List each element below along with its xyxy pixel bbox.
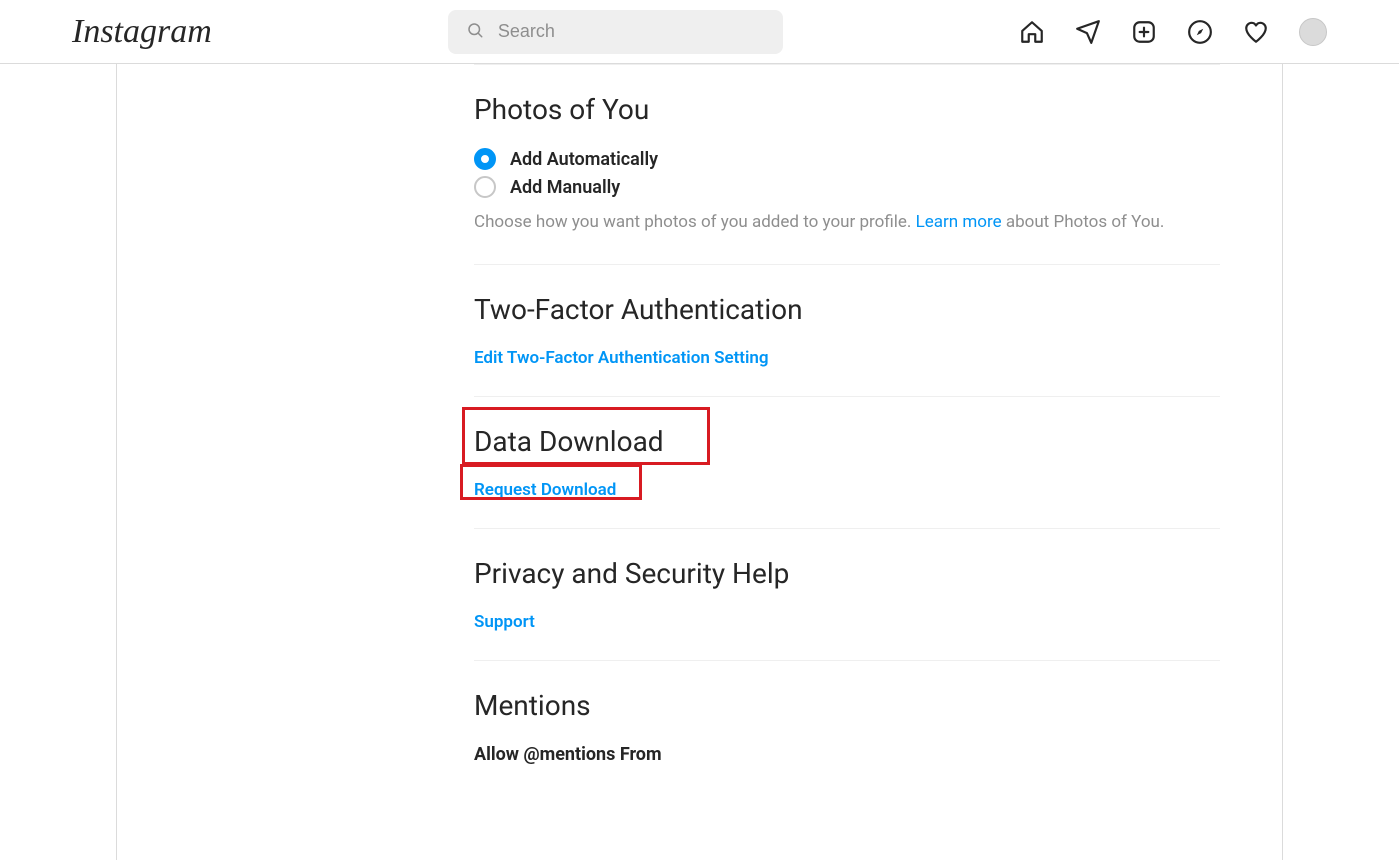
explore-icon[interactable] (1187, 19, 1213, 45)
nav-right (1019, 18, 1327, 46)
radio-selected-icon[interactable] (474, 148, 496, 170)
nav-left: Instagram (72, 13, 212, 51)
section-mentions: Mentions Allow @mentions From (474, 660, 1220, 793)
mentions-subheading: Allow @mentions From (474, 744, 1220, 765)
help-text-suffix: about Photos of You. (1002, 212, 1165, 232)
section-data-download: Data Download Request Download (474, 396, 1220, 528)
section-heading-2fa: Two-Factor Authentication (474, 293, 1220, 326)
edit-2fa-link[interactable]: Edit Two-Factor Authentication Setting (474, 348, 769, 368)
section-privacy-help: Privacy and Security Help Support (474, 528, 1220, 660)
section-heading-photos: Photos of You (474, 93, 1220, 126)
radio-row-auto[interactable]: Add Automatically (474, 148, 1220, 170)
help-text-prefix: Choose how you want photos of you added … (474, 212, 916, 232)
section-heading-privacy: Privacy and Security Help (474, 557, 1220, 590)
settings-sidebar (117, 64, 412, 860)
search-box[interactable] (448, 10, 783, 54)
home-icon[interactable] (1019, 19, 1045, 45)
instagram-logo[interactable]: Instagram (72, 13, 212, 51)
search-icon (466, 21, 484, 43)
highlight-wrap-heading: Data Download (474, 425, 1220, 458)
section-heading-mentions: Mentions (474, 689, 1220, 722)
page-body: Photos of You Add Automatically Add Manu… (0, 64, 1399, 860)
learn-more-link[interactable]: Learn more (916, 212, 1002, 232)
settings-main: Photos of You Add Automatically Add Manu… (412, 64, 1282, 860)
new-post-icon[interactable] (1131, 19, 1157, 45)
radio-label-manual: Add Manually (510, 177, 620, 198)
activity-heart-icon[interactable] (1243, 19, 1269, 45)
radio-row-manual[interactable]: Add Manually (474, 176, 1220, 198)
section-heading-data-download: Data Download (474, 425, 1220, 458)
messenger-icon[interactable] (1075, 19, 1101, 45)
radio-label-auto: Add Automatically (510, 149, 658, 170)
support-link[interactable]: Support (474, 612, 535, 632)
nav-center (448, 10, 783, 54)
request-download-link[interactable]: Request Download (474, 480, 616, 500)
settings-card: Photos of You Add Automatically Add Manu… (116, 64, 1283, 860)
top-nav: Instagram (0, 0, 1399, 64)
section-divider (474, 64, 1220, 65)
section-two-factor: Two-Factor Authentication Edit Two-Facto… (474, 264, 1220, 396)
section-photos-of-you: Photos of You Add Automatically Add Manu… (474, 64, 1220, 264)
highlight-wrap-link: Request Download (474, 480, 616, 500)
radio-unselected-icon[interactable] (474, 176, 496, 198)
photos-help-text: Choose how you want photos of you added … (474, 210, 1220, 236)
search-input[interactable] (498, 21, 765, 42)
profile-avatar[interactable] (1299, 18, 1327, 46)
